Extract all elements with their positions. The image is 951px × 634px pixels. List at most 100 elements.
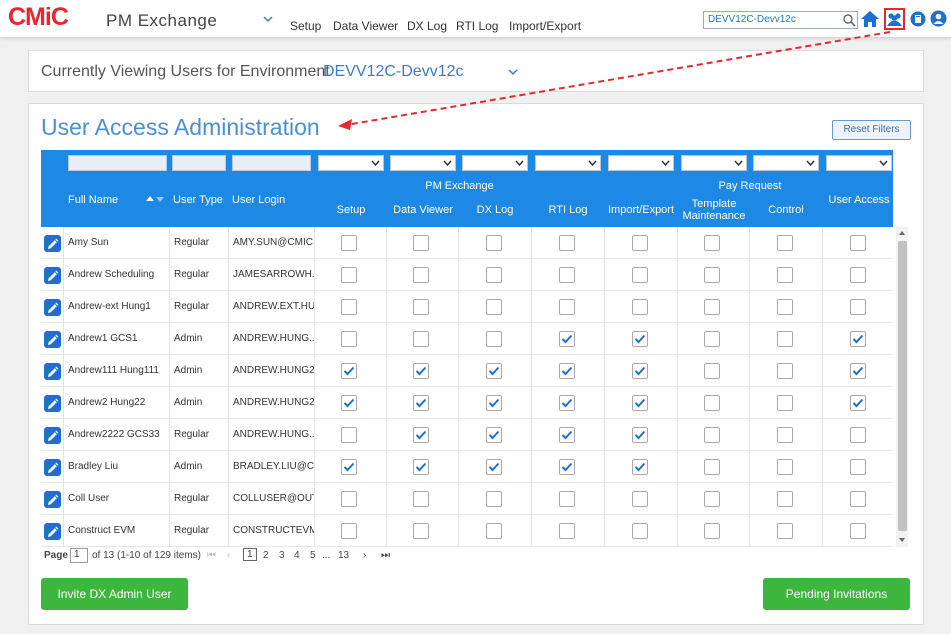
template-maintenance-checkbox[interactable]	[704, 235, 720, 251]
user-login-filter[interactable]	[232, 155, 311, 171]
nav-rti-log[interactable]: RTI Log	[456, 19, 498, 33]
template-maintenance-checkbox[interactable]	[704, 459, 720, 475]
setup-checkbox[interactable]	[341, 459, 357, 475]
user-access-checkbox[interactable]	[850, 459, 866, 475]
template-maintenance-checkbox[interactable]	[704, 299, 720, 315]
edit-user-button[interactable]	[44, 331, 61, 348]
next-page-icon[interactable]: ›	[363, 550, 366, 561]
setup-checkbox[interactable]	[341, 331, 357, 347]
scroll-thumb[interactable]	[898, 241, 907, 531]
dx-log-checkbox[interactable]	[486, 299, 502, 315]
data-viewer-checkbox[interactable]	[413, 395, 429, 411]
edit-user-button[interactable]	[44, 491, 61, 508]
import-export-checkbox[interactable]	[632, 427, 648, 443]
table-row[interactable]: Andrew Scheduling Regular JAMESARROWH...	[41, 259, 893, 291]
setup-checkbox[interactable]	[341, 299, 357, 315]
dx-log-filter[interactable]	[462, 155, 528, 171]
edit-user-button[interactable]	[44, 459, 61, 476]
template-maintenance-checkbox[interactable]	[704, 267, 720, 283]
users-admin-icon[interactable]	[884, 8, 905, 30]
dx-log-checkbox[interactable]	[486, 363, 502, 379]
data-viewer-checkbox[interactable]	[413, 491, 429, 507]
cmic-logo[interactable]: CMiC	[8, 3, 69, 32]
sort-icon[interactable]	[145, 195, 165, 203]
user-access-checkbox[interactable]	[850, 331, 866, 347]
dx-log-checkbox[interactable]	[486, 267, 502, 283]
setup-checkbox[interactable]	[341, 523, 357, 539]
rti-log-checkbox[interactable]	[559, 235, 575, 251]
dx-log-checkbox[interactable]	[486, 459, 502, 475]
import-export-checkbox[interactable]	[632, 299, 648, 315]
data-viewer-checkbox[interactable]	[413, 459, 429, 475]
user-access-checkbox[interactable]	[850, 523, 866, 539]
nav-import-export[interactable]: Import/Export	[509, 19, 581, 33]
edit-user-button[interactable]	[44, 427, 61, 444]
table-row[interactable]: Bradley Liu Admin BRADLEY.LIU@C...	[41, 451, 893, 483]
import-export-filter[interactable]	[608, 155, 674, 171]
data-viewer-filter[interactable]	[390, 155, 456, 171]
import-export-checkbox[interactable]	[632, 491, 648, 507]
col-user-access[interactable]: User Access	[826, 194, 892, 206]
user-access-checkbox[interactable]	[850, 299, 866, 315]
control-checkbox[interactable]	[777, 491, 793, 507]
rti-log-checkbox[interactable]	[559, 459, 575, 475]
col-user-login[interactable]: User Login	[232, 194, 285, 206]
user-access-checkbox[interactable]	[850, 363, 866, 379]
scroll-down-icon[interactable]	[898, 537, 906, 543]
user-access-checkbox[interactable]	[850, 491, 866, 507]
import-export-checkbox[interactable]	[632, 363, 648, 379]
page-13[interactable]: 13	[338, 550, 349, 561]
setup-checkbox[interactable]	[341, 363, 357, 379]
data-viewer-checkbox[interactable]	[413, 235, 429, 251]
rti-log-checkbox[interactable]	[559, 491, 575, 507]
grid-scrollbar[interactable]	[896, 227, 908, 547]
prev-page-icon[interactable]: ‹	[227, 550, 230, 561]
setup-checkbox[interactable]	[341, 235, 357, 251]
user-access-checkbox[interactable]	[850, 395, 866, 411]
rti-log-filter[interactable]	[535, 155, 601, 171]
user-access-checkbox[interactable]	[850, 235, 866, 251]
nav-dx-log[interactable]: DX Log	[407, 19, 447, 33]
control-checkbox[interactable]	[777, 235, 793, 251]
nav-setup[interactable]: Setup	[290, 19, 321, 33]
table-row[interactable]: Amy Sun Regular AMY.SUN@CMIC....	[41, 227, 893, 259]
template-maintenance-checkbox[interactable]	[704, 427, 720, 443]
import-export-checkbox[interactable]	[632, 235, 648, 251]
rti-log-checkbox[interactable]	[559, 267, 575, 283]
rti-log-checkbox[interactable]	[559, 523, 575, 539]
reset-filters-button[interactable]: Reset Filters	[832, 120, 911, 140]
col-control[interactable]: Control	[753, 204, 819, 216]
invite-dx-admin-button[interactable]: Invite DX Admin User	[41, 578, 188, 610]
template-maintenance-checkbox[interactable]	[704, 523, 720, 539]
edit-user-button[interactable]	[44, 363, 61, 380]
dx-log-checkbox[interactable]	[486, 235, 502, 251]
pending-invitations-button[interactable]: Pending Invitations	[763, 578, 910, 610]
user-type-filter[interactable]	[172, 155, 226, 171]
data-viewer-checkbox[interactable]	[413, 427, 429, 443]
rti-log-checkbox[interactable]	[559, 395, 575, 411]
col-user-type[interactable]: User Type	[173, 194, 223, 206]
col-template-maintenance[interactable]: Template Maintenance	[681, 198, 747, 222]
table-row[interactable]: Coll UserRegularCOLLUSER@OUT...	[41, 483, 893, 515]
control-checkbox[interactable]	[777, 523, 793, 539]
data-viewer-checkbox[interactable]	[413, 331, 429, 347]
data-viewer-checkbox[interactable]	[413, 523, 429, 539]
environment-value[interactable]: DEVV12C-Devv12c	[323, 63, 464, 81]
page-5[interactable]: 5	[310, 550, 316, 561]
user-access-filter[interactable]	[826, 155, 892, 171]
setup-checkbox[interactable]	[341, 267, 357, 283]
setup-checkbox[interactable]	[341, 427, 357, 443]
dx-log-checkbox[interactable]	[486, 395, 502, 411]
control-checkbox[interactable]	[777, 299, 793, 315]
rti-log-checkbox[interactable]	[559, 427, 575, 443]
user-access-checkbox[interactable]	[850, 267, 866, 283]
user-profile-icon[interactable]	[930, 10, 947, 27]
page-1[interactable]: 1	[243, 548, 257, 561]
page-4[interactable]: 4	[294, 550, 300, 561]
data-viewer-checkbox[interactable]	[413, 267, 429, 283]
template-maintenance-checkbox[interactable]	[704, 395, 720, 411]
table-row[interactable]: Andrew2 Hung22 Admin ANDREW.HUNG2...	[41, 387, 893, 419]
dx-log-checkbox[interactable]	[486, 331, 502, 347]
dx-log-checkbox[interactable]	[486, 523, 502, 539]
search-icon[interactable]	[842, 13, 856, 27]
